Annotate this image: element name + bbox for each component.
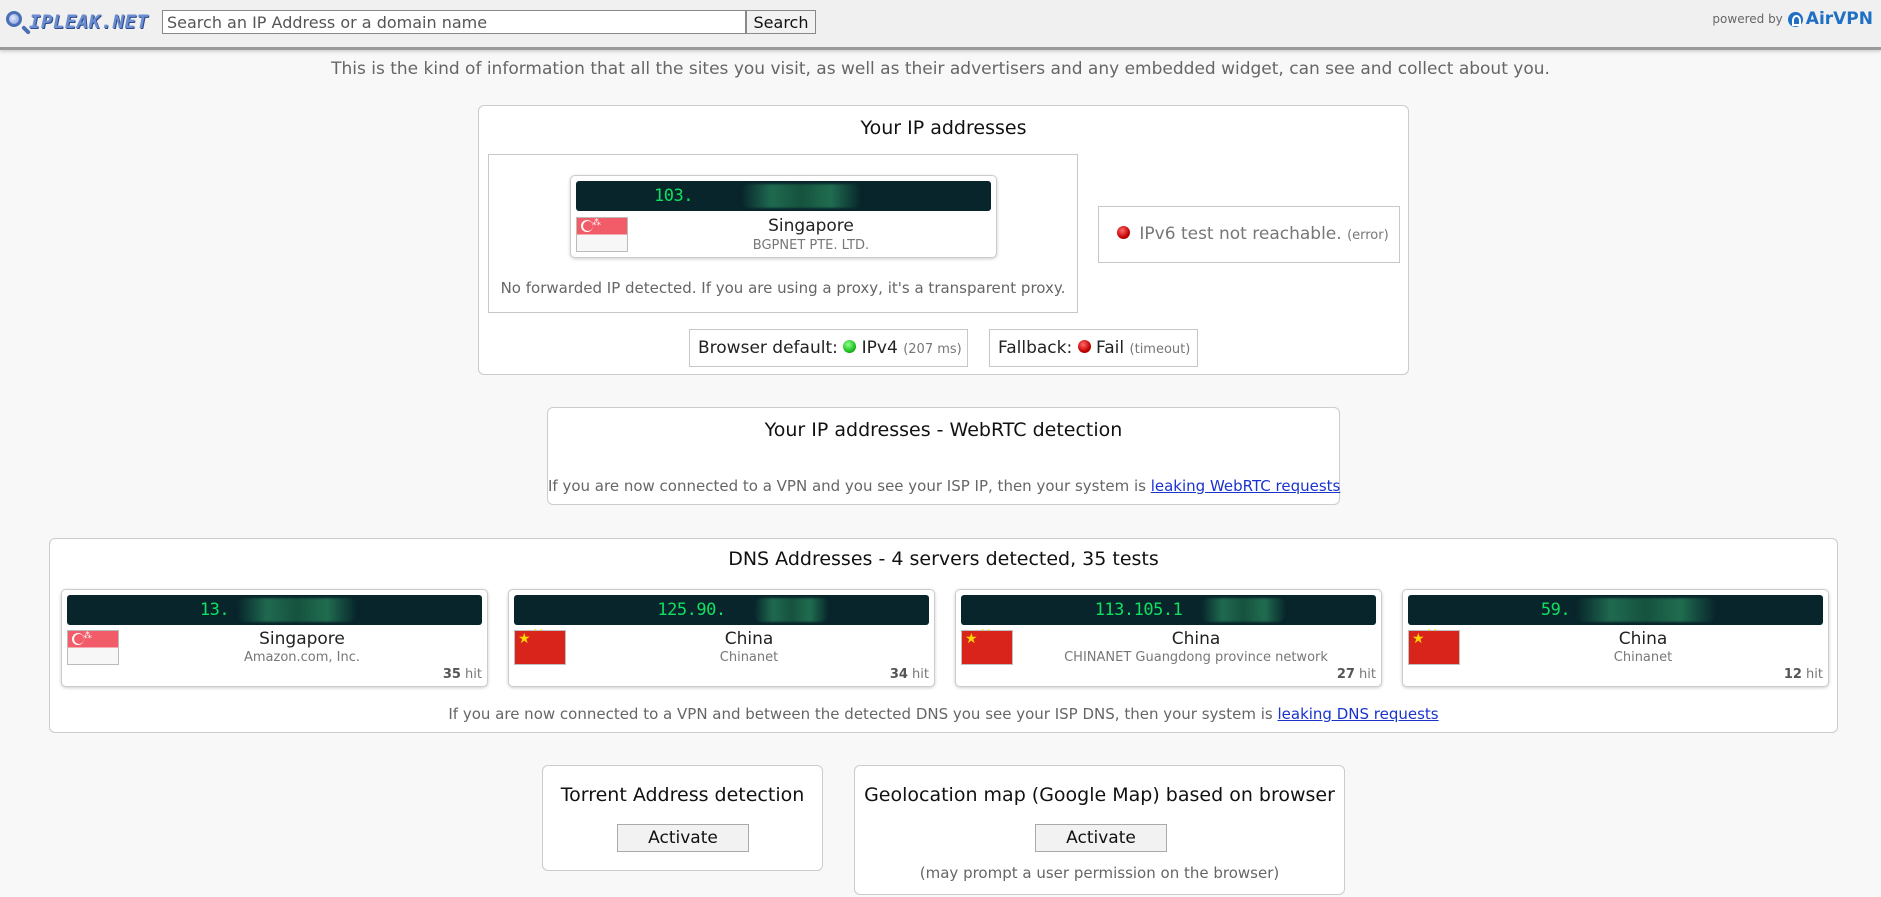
fallback-detail: (timeout) <box>1129 342 1191 357</box>
airvpn-logo-icon <box>1787 11 1803 27</box>
dns-hit-count: 34 <box>889 667 908 682</box>
fallback-value: Fail <box>1096 338 1125 358</box>
ip-addresses-panel: Your IP addresses 103. Singapore BGPNET … <box>478 105 1409 375</box>
torrent-activate-button[interactable]: Activate <box>617 824 749 852</box>
browser-default-value: IPv4 <box>861 338 898 358</box>
ip-display: 13. <box>67 595 482 625</box>
ipv6-status: IPv6 test not reachable. (error) <box>1117 224 1389 244</box>
torrent-panel: Torrent Address detection Activate <box>542 765 823 871</box>
dns-hit-label: hit <box>1359 667 1376 682</box>
dns-title: DNS Addresses - 4 servers detected, 35 t… <box>728 548 1159 570</box>
dns-isp: Chinanet <box>1613 650 1673 665</box>
flag-china-icon <box>514 628 566 665</box>
redacted-ip-blur <box>1201 598 1286 622</box>
dns-hits: 35 hit <box>443 667 482 682</box>
dns-hit-count: 35 <box>442 667 461 682</box>
status-error-icon <box>1117 225 1130 239</box>
dns-hit-label: hit <box>912 667 929 682</box>
webrtc-leak-link[interactable]: leaking WebRTC requests <box>1151 477 1341 495</box>
powered-by-label: powered by <box>1712 12 1783 26</box>
dns-isp: Chinanet <box>719 650 779 665</box>
dns-hits: 34 hit <box>890 667 929 682</box>
dns-note: If you are now connected to a VPN and be… <box>50 705 1837 723</box>
dns-note-text: If you are now connected to a VPN and be… <box>448 705 1273 723</box>
airvpn-brand-text: AirVPN <box>1805 9 1873 29</box>
browser-default-label: Browser default: <box>698 338 838 358</box>
top-bar: IPLEAK.NET Search powered by AirVPN <box>0 0 1881 50</box>
fallback-box: Fallback: Fail (timeout) <box>989 329 1198 367</box>
dns-country: China <box>1618 629 1668 649</box>
dns-country: China <box>724 629 774 649</box>
flag-singapore-icon <box>576 217 628 252</box>
logo-text: IPLEAK.NET <box>29 11 149 33</box>
redacted-ip-blur <box>754 598 829 622</box>
dns-hits: 12 hit <box>1784 667 1823 682</box>
dns-server-card: 113.105.1 China CHINANET Guangdong provi… <box>955 589 1382 687</box>
dns-server-card: 59. China Chinanet 12 hit <box>1402 589 1829 687</box>
dns-country: China <box>1171 629 1221 649</box>
geolocation-panel: Geolocation map (Google Map) based on br… <box>854 765 1345 895</box>
ipv4-card: 103. Singapore BGPNET PTE. LTD. <box>570 175 997 258</box>
redacted-ip-blur <box>1576 598 1716 622</box>
geolocation-note: (may prompt a user permission on the bro… <box>919 864 1280 882</box>
dns-hit-count: 27 <box>1336 667 1355 682</box>
dns-hit-count: 12 <box>1783 667 1802 682</box>
airvpn-link[interactable]: AirVPN <box>1787 9 1873 29</box>
ipv6-text: IPv6 test not reachable. <box>1139 224 1342 244</box>
dns-ip: 113.105.1 <box>1094 600 1183 620</box>
search-button[interactable]: Search <box>746 10 816 34</box>
ip-display: 103. <box>576 181 991 211</box>
dns-server-card: 13. Singapore Amazon.com, Inc. 35 hit <box>61 589 488 687</box>
ip-display: 125.90. <box>514 595 929 625</box>
webrtc-title: Your IP addresses - WebRTC detection <box>764 419 1123 441</box>
geolocation-title: Geolocation map (Google Map) based on br… <box>864 784 1335 806</box>
torrent-title: Torrent Address detection <box>560 784 805 806</box>
dns-ip: 125.90. <box>657 600 726 620</box>
dns-leak-link[interactable]: leaking DNS requests <box>1277 705 1438 723</box>
ip-display: 113.105.1 <box>961 595 1376 625</box>
ip-isp: BGPNET PTE. LTD. <box>752 238 870 253</box>
webrtc-note: If you are now connected to a VPN and yo… <box>548 477 1341 495</box>
dns-panel: DNS Addresses - 4 servers detected, 35 t… <box>49 538 1838 733</box>
dns-country: Singapore <box>259 629 345 649</box>
dns-server-card: 125.90. China Chinanet 34 hit <box>508 589 935 687</box>
ipv6-box: IPv6 test not reachable. (error) <box>1098 206 1400 263</box>
site-logo[interactable]: IPLEAK.NET <box>5 9 148 39</box>
forwarded-ip-note: No forwarded IP detected. If you are usi… <box>500 279 1066 297</box>
flag-china-icon <box>1408 628 1460 665</box>
ipv4-box: 103. Singapore BGPNET PTE. LTD. No forwa… <box>488 154 1078 313</box>
ip-display: 59. <box>1408 595 1823 625</box>
fallback-label: Fallback: <box>998 338 1073 358</box>
redacted-ip-blur <box>237 598 357 622</box>
webrtc-note-text: If you are now connected to a VPN and yo… <box>548 477 1146 495</box>
dns-isp: CHINANET Guangdong province network <box>1064 650 1328 665</box>
status-fail-icon <box>1077 339 1091 353</box>
ipv6-error-label: (error) <box>1347 228 1389 243</box>
ip-addresses-title: Your IP addresses <box>860 117 1027 139</box>
webrtc-panel: Your IP addresses - WebRTC detection If … <box>547 407 1340 505</box>
geolocation-activate-button[interactable]: Activate <box>1035 824 1167 852</box>
flag-china-icon <box>961 628 1013 665</box>
status-ok-icon <box>843 339 857 353</box>
magnifier-icon <box>6 11 22 27</box>
search-input[interactable] <box>162 10 746 34</box>
ip-country: Singapore <box>768 216 854 236</box>
powered-by: powered by AirVPN <box>1712 9 1873 29</box>
intro-text: This is the kind of information that all… <box>331 59 1550 79</box>
dns-isp: Amazon.com, Inc. <box>243 650 361 665</box>
dns-hit-label: hit <box>1806 667 1823 682</box>
redacted-ip-blur <box>741 184 861 208</box>
browser-default-box: Browser default: IPv4 (207 ms) <box>689 329 968 367</box>
dns-hit-label: hit <box>465 667 482 682</box>
browser-default-latency: (207 ms) <box>903 342 962 357</box>
dns-hits: 27 hit <box>1337 667 1376 682</box>
flag-singapore-icon <box>67 630 119 665</box>
